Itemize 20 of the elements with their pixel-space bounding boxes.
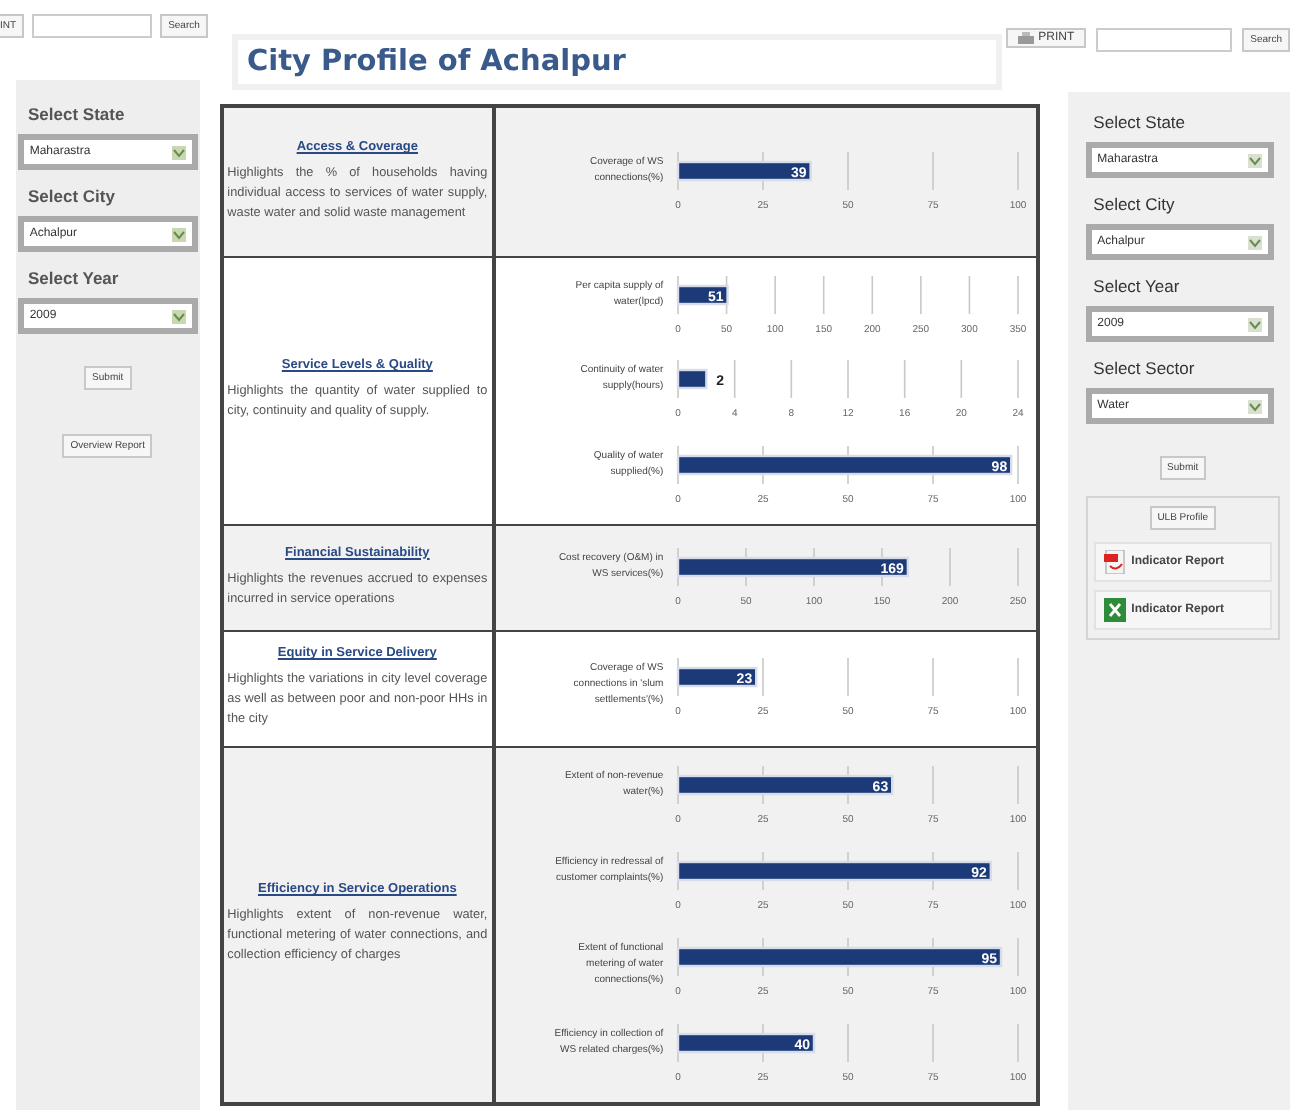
caret-icon xyxy=(171,309,186,323)
field-label: Select State xyxy=(26,104,125,124)
field-label: Select Year xyxy=(1091,276,1180,296)
caret-icon xyxy=(1247,235,1262,249)
search-field[interactable] xyxy=(32,14,153,38)
caret-icon xyxy=(1247,399,1262,413)
field-label: Select City xyxy=(26,186,115,206)
caret-icon xyxy=(1247,317,1262,331)
search-field[interactable] xyxy=(1096,28,1233,52)
field-label: Select City xyxy=(1091,194,1175,214)
field-label: Select State xyxy=(1091,112,1186,132)
caret-icon xyxy=(1247,153,1262,167)
field-label: Select Sector xyxy=(1091,358,1195,378)
caret-icon xyxy=(171,145,186,159)
printer-icon xyxy=(1018,32,1035,44)
pdf-file-icon xyxy=(1103,550,1126,574)
page-title: City Profile of Achalpur xyxy=(246,46,626,78)
caret-icon xyxy=(171,227,186,241)
field-label: Select Year xyxy=(26,268,119,288)
spreadsheet-icon xyxy=(1103,598,1126,622)
